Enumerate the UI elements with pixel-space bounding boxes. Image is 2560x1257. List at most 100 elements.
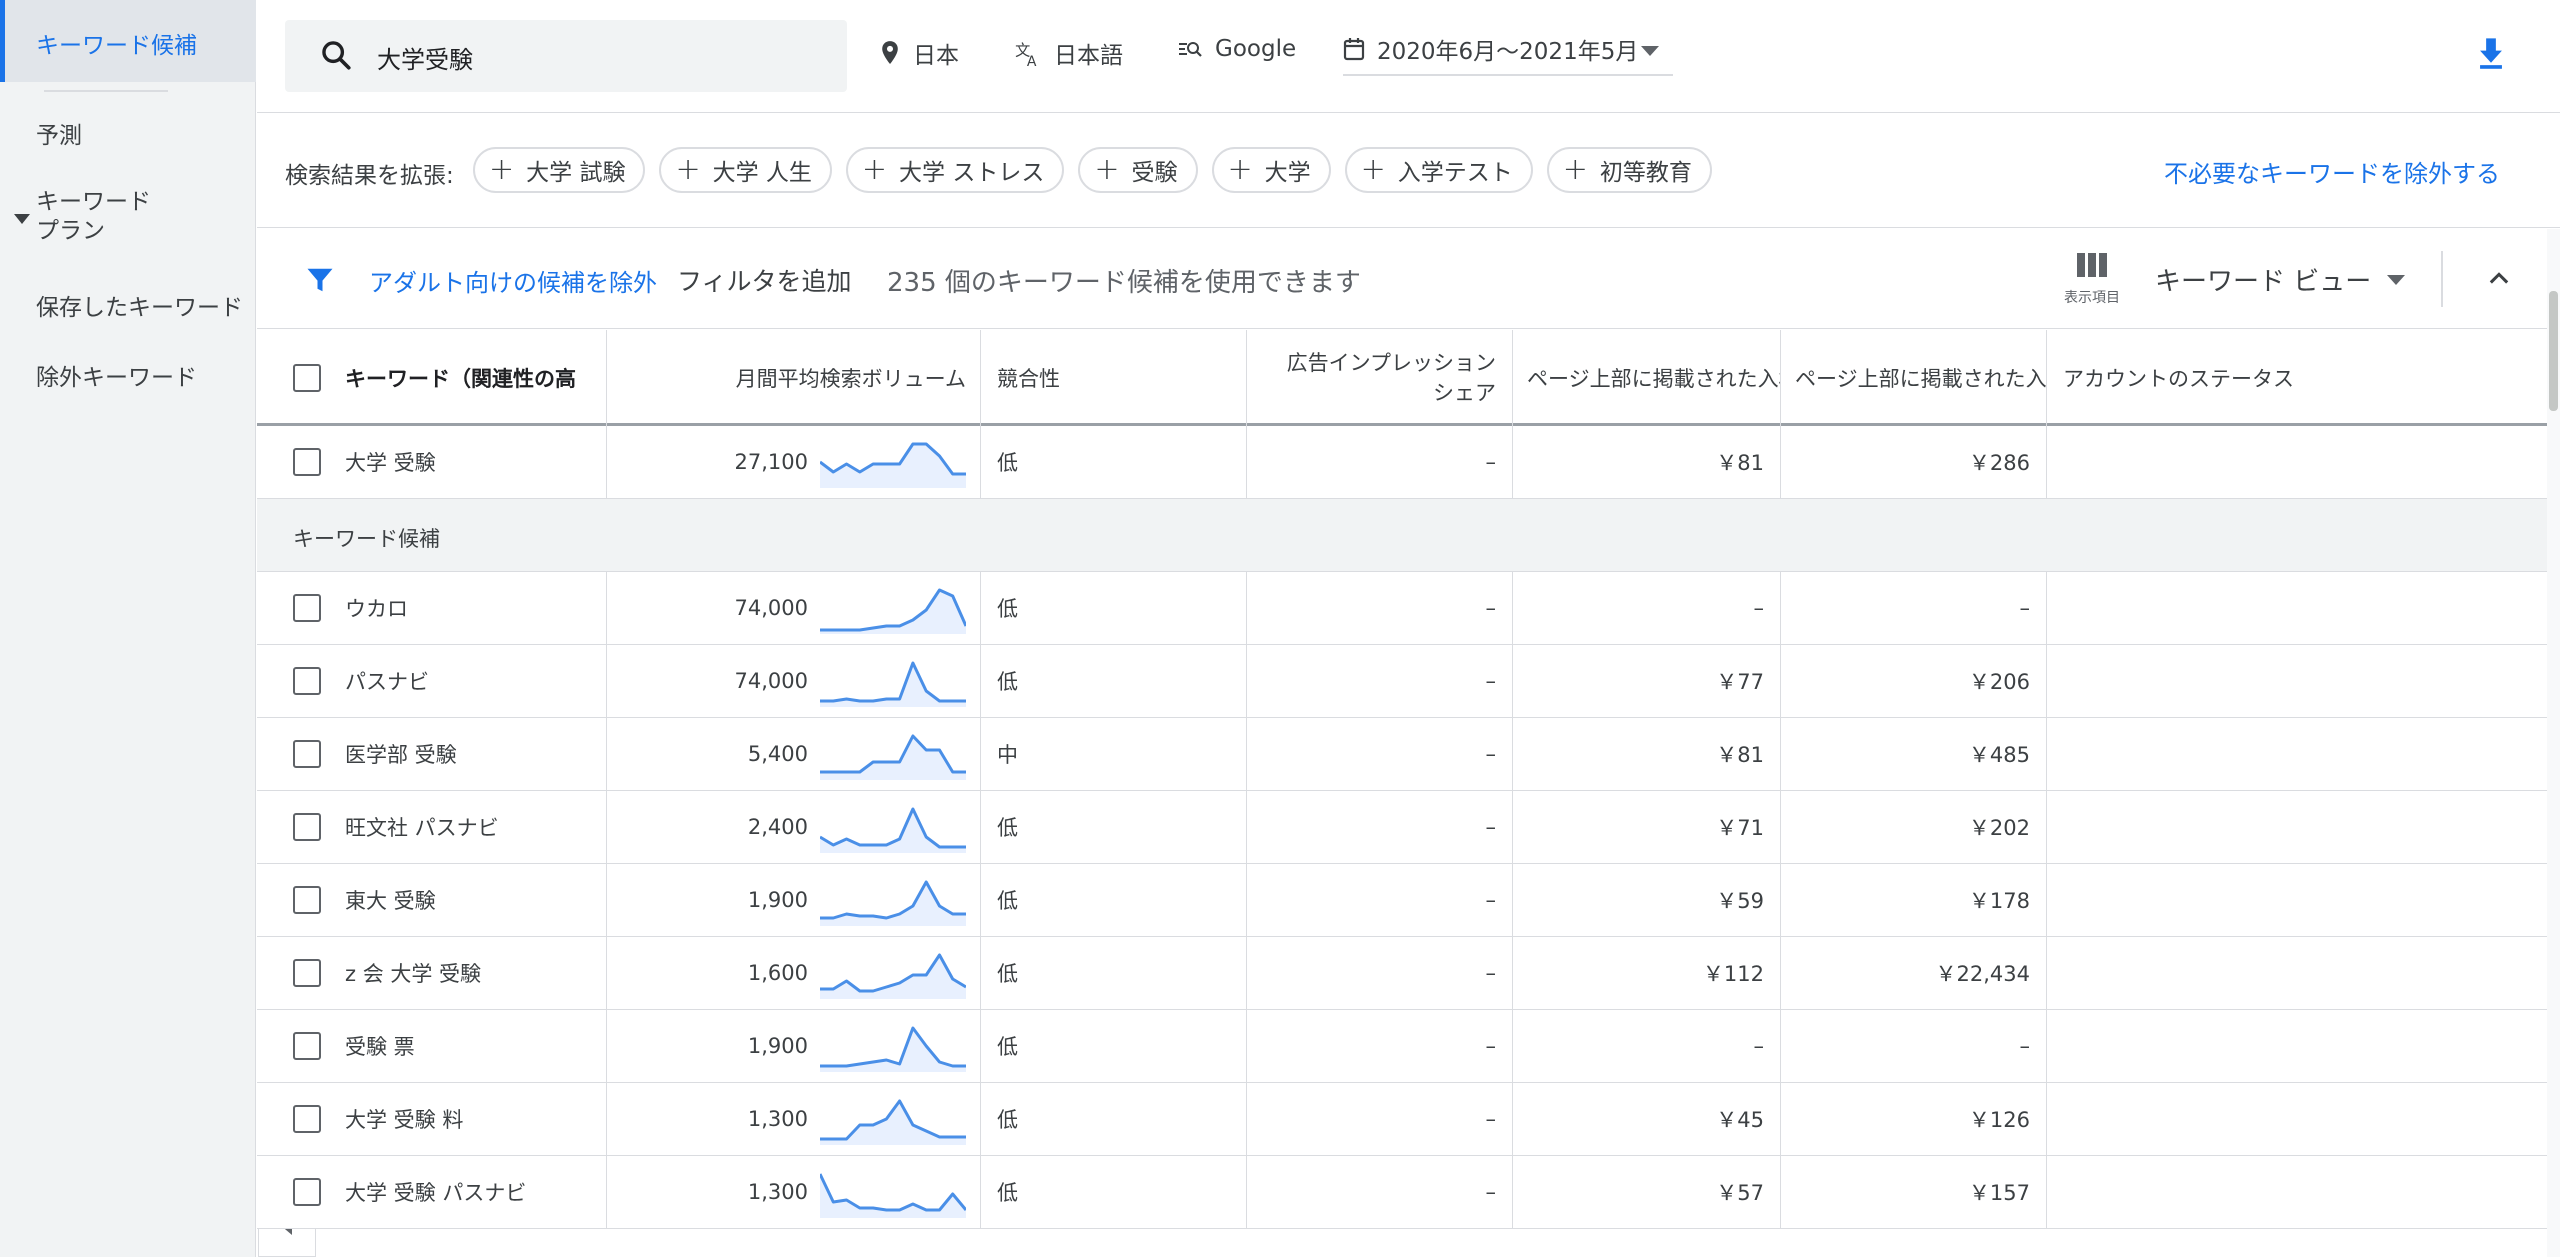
keyword-cell: 大学 受験 料 xyxy=(257,1083,607,1155)
header-bid-low[interactable]: ページ上部に掲載された入札単価（低額帯） xyxy=(1513,330,1781,426)
table-row[interactable]: 医学部 受験 5,400 中 – ￥81 ￥485 xyxy=(257,718,2547,791)
keyword-view-label: キーワード ビュー xyxy=(2155,267,2372,297)
table-row[interactable]: 大学 受験 パスナビ 1,300 低 – ￥57 ￥157 xyxy=(257,1156,2547,1229)
impression-share-value: – xyxy=(1485,669,1497,693)
volume-value: 74,000 xyxy=(734,596,808,620)
expand-chip[interactable]: + 初等教育 xyxy=(1546,147,1712,193)
row-checkbox[interactable] xyxy=(293,1032,321,1060)
location-selector[interactable]: 日本 xyxy=(879,36,959,70)
translate-icon: 文A xyxy=(1015,41,1037,67)
chevron-up-icon[interactable] xyxy=(2485,265,2513,297)
trend-sparkline xyxy=(820,661,966,707)
header-impression-share[interactable]: 広告インプレッション シェア xyxy=(1247,330,1513,426)
chip-label: 入学テスト xyxy=(1397,160,1513,186)
row-checkbox[interactable] xyxy=(293,813,321,841)
volume-value: 1,300 xyxy=(747,1180,808,1204)
row-checkbox[interactable] xyxy=(293,448,321,476)
table-row[interactable]: 旺文社 パスナビ 2,400 低 – ￥71 ￥202 xyxy=(257,791,2547,864)
vertical-scrollbar[interactable] xyxy=(2547,229,2560,1257)
trend-sparkline xyxy=(820,953,966,999)
table-row[interactable]: ウカロ 74,000 低 – – – xyxy=(257,572,2547,645)
language-label: 日本語 xyxy=(1054,43,1123,69)
exclude-keywords-link[interactable]: 不必要なキーワードを除外する xyxy=(2164,154,2500,189)
table-row[interactable]: 大学 受験 料 1,300 低 – ￥45 ￥126 xyxy=(257,1083,2547,1156)
competition-value: 低 xyxy=(997,962,1018,986)
filter-icon[interactable] xyxy=(305,265,335,299)
section-header: キーワード候補 xyxy=(257,499,2547,572)
account-status-cell xyxy=(2047,645,2547,717)
bid-high-cell: ￥126 xyxy=(1781,1083,2047,1155)
top-bar: 大学受験 日本 文A 日本語 Google 2020年6月〜2021年5月 xyxy=(257,0,2560,113)
sidebar-item-keyword-plan[interactable]: キーワード プラン xyxy=(0,188,256,246)
columns-button[interactable]: 表示項目 xyxy=(2059,251,2125,307)
date-range-selector[interactable]: 2020年6月〜2021年5月 xyxy=(1343,24,1673,76)
add-filter-button[interactable]: フィルタを追加 xyxy=(677,262,852,298)
impression-share-cell: – xyxy=(1247,1156,1513,1228)
sidebar-item-keyword-ideas[interactable]: キーワード候補 xyxy=(0,0,256,82)
volume-cell: 1,900 xyxy=(607,864,981,936)
impression-share-cell: – xyxy=(1247,937,1513,1009)
header-label: 広告インプレッション シェア xyxy=(1286,351,1496,405)
table-row[interactable]: パスナビ 74,000 低 – ￥77 ￥206 xyxy=(257,645,2547,718)
header-bid-high[interactable]: ページ上部に掲載された入札単価（高額帯） xyxy=(1781,330,2047,426)
bid-high-cell: – xyxy=(1781,572,2047,644)
table-row[interactable]: z 会 大学 受験 1,600 低 – ￥112 ￥22,434 xyxy=(257,937,2547,1010)
keyword-view-selector[interactable]: キーワード ビュー xyxy=(2155,261,2406,298)
competition-value: 中 xyxy=(997,743,1018,767)
search-input[interactable]: 大学受験 xyxy=(285,20,847,92)
expand-chip[interactable]: + 大学 人生 xyxy=(659,147,832,193)
bid-high-cell: ￥178 xyxy=(1781,864,2047,936)
competition-cell: 低 xyxy=(981,645,1247,717)
expand-chip[interactable]: + 受験 xyxy=(1078,147,1198,193)
row-checkbox[interactable] xyxy=(293,667,321,695)
download-icon xyxy=(2480,38,2502,69)
row-checkbox[interactable] xyxy=(293,1105,321,1133)
date-range-label: 2020年6月〜2021年5月 xyxy=(1377,39,1639,65)
adult-filter-chip[interactable]: アダルト向けの候補を除外 xyxy=(369,263,657,298)
language-selector[interactable]: 文A 日本語 xyxy=(1014,36,1123,70)
keyword-text: 医学部 受験 xyxy=(345,743,457,767)
bid-low-value: ￥57 xyxy=(1716,1181,1764,1205)
scrollbar-thumb[interactable] xyxy=(2549,291,2558,411)
bid-high-cell: ￥206 xyxy=(1781,645,2047,717)
header-competition[interactable]: 競合性 xyxy=(981,330,1247,426)
expand-chip[interactable]: + 大学 試験 xyxy=(473,147,646,193)
search-network-icon xyxy=(1179,42,1202,57)
competition-value: 低 xyxy=(997,816,1018,840)
row-checkbox[interactable] xyxy=(293,959,321,987)
table-row[interactable]: 受験 票 1,900 低 – – – xyxy=(257,1010,2547,1083)
plus-icon: + xyxy=(1227,152,1253,187)
expand-chip[interactable]: + 入学テスト xyxy=(1344,147,1533,193)
header-account-status[interactable]: アカウントのステータス xyxy=(2047,330,2547,426)
chip-label: 大学 試験 xyxy=(526,160,626,186)
download-button[interactable] xyxy=(2476,36,2506,74)
keyword-count: 235 個のキーワード候補を使用できます xyxy=(887,268,1361,298)
select-all-checkbox[interactable] xyxy=(293,364,321,392)
expand-chip[interactable]: + 大学 ストレス xyxy=(845,147,1065,193)
filter-bar: アダルト向けの候補を除外 フィルタを追加 235 個のキーワード候補を使用できま… xyxy=(257,229,2547,329)
volume-cell: 1,600 xyxy=(607,937,981,1009)
impression-share-cell: – xyxy=(1247,1010,1513,1082)
row-checkbox[interactable] xyxy=(293,886,321,914)
bid-high-value: – xyxy=(2019,596,2031,620)
row-checkbox[interactable] xyxy=(293,1178,321,1206)
chip-label: 大学 xyxy=(1264,160,1311,186)
header-label: アカウントのステータス xyxy=(2063,367,2294,391)
table-row[interactable]: 東大 受験 1,900 低 – ￥59 ￥178 xyxy=(257,864,2547,937)
header-volume[interactable]: 月間平均検索ボリューム xyxy=(607,330,981,426)
account-status-cell xyxy=(2047,864,2547,936)
sidebar-item-negative-keywords[interactable]: 除外キーワード xyxy=(0,358,256,392)
table-row[interactable]: 大学 受験 27,100 低 – ￥81 ￥286 xyxy=(257,426,2547,499)
competition-value: 低 xyxy=(997,889,1018,913)
expand-chip[interactable]: + 大学 xyxy=(1211,147,1331,193)
header-keyword[interactable]: キーワード（関連性の高 xyxy=(257,330,607,426)
row-checkbox[interactable] xyxy=(293,740,321,768)
sidebar-item-forecast[interactable]: 予測 xyxy=(0,116,256,150)
row-checkbox[interactable] xyxy=(293,594,321,622)
bid-high-value: ￥126 xyxy=(1968,1108,2030,1132)
section-label: キーワード候補 xyxy=(293,527,440,551)
sidebar-item-saved-keywords[interactable]: 保存したキーワード xyxy=(0,288,256,322)
keyword-text: パスナビ xyxy=(345,670,429,694)
bid-high-value: ￥22,434 xyxy=(1935,962,2030,986)
network-selector[interactable]: Google xyxy=(1177,36,1296,62)
